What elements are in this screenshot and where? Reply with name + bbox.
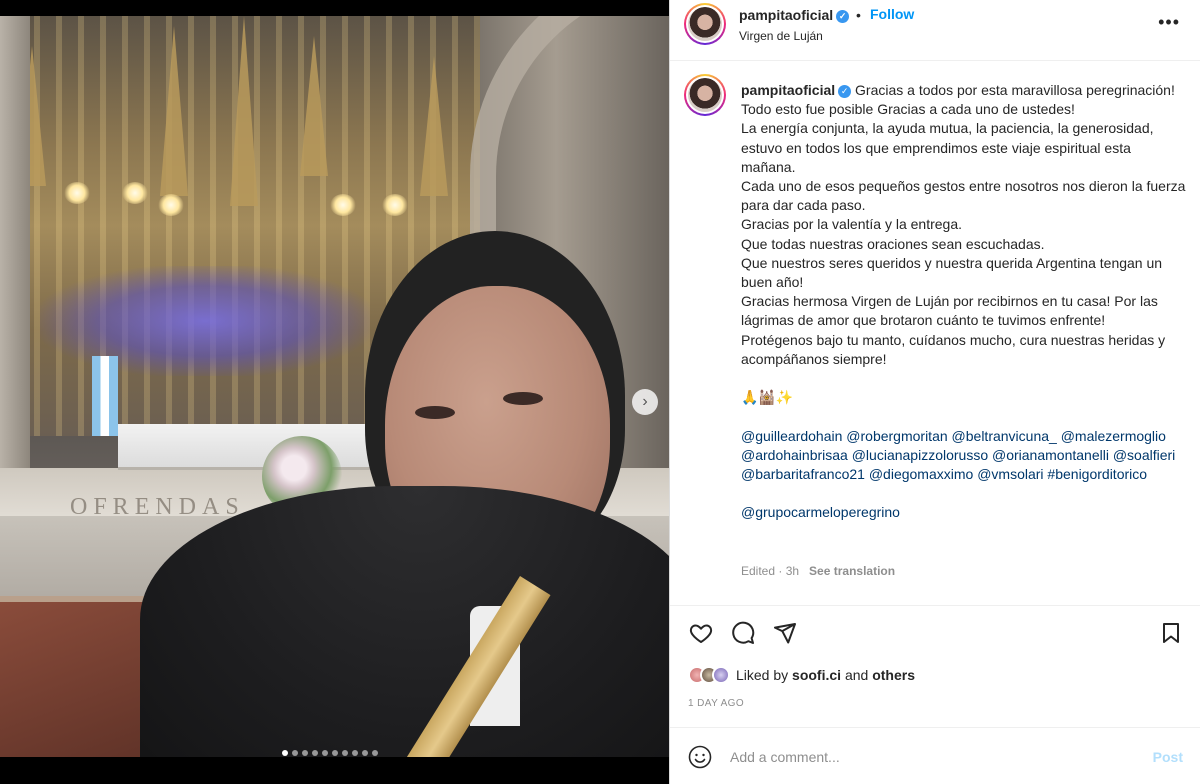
caption-emojis: 🙏🕍✨ xyxy=(741,389,794,406)
verified-badge-icon: ✓ xyxy=(836,10,850,23)
avatar[interactable] xyxy=(684,3,726,45)
verified-badge-icon: ✓ xyxy=(838,85,852,98)
carousel-dot xyxy=(322,750,328,756)
chevron-right-icon: › xyxy=(642,393,648,410)
comment-icon[interactable] xyxy=(730,620,756,646)
photo-overlay-text: OFRENDAS xyxy=(70,494,245,520)
group-mention[interactable]: @grupocarmeloperegrino xyxy=(741,504,900,520)
altar-table xyxy=(118,424,393,470)
argentina-flag xyxy=(92,356,118,436)
carousel-dot xyxy=(292,750,298,756)
caption-avatar[interactable] xyxy=(684,74,726,116)
caption-line: Gracias por la valentía y la entrega. xyxy=(741,216,963,233)
caption-section: pampitaoficial ✓ Gracias a todos por esta… xyxy=(670,62,1200,606)
caption-line: Gracias a todos por esta maravillosa per… xyxy=(855,82,1175,98)
post-panel: pampitaoficial ✓ • Follow Virgen de Luján… xyxy=(669,0,1200,784)
heart-icon[interactable] xyxy=(688,620,714,646)
post-header: pampitaoficial ✓ • Follow Virgen de Luján… xyxy=(670,0,1200,61)
post-actions xyxy=(670,606,1200,658)
caption-meta: Edited · 3h See translation xyxy=(741,564,895,578)
more-options-icon[interactable]: ••• xyxy=(1158,12,1180,33)
carousel-dot xyxy=(362,750,368,756)
carousel-dot xyxy=(282,750,288,756)
caption-username[interactable]: pampitaoficial xyxy=(741,82,835,98)
location-link[interactable]: Virgen de Luján xyxy=(739,29,823,43)
likes-row: Liked by soofi.ci and others xyxy=(688,664,915,686)
carousel-dot xyxy=(352,750,358,756)
post-comment-button[interactable]: Post xyxy=(1153,749,1183,765)
caption-line: La energía conjunta, la ayuda mutua, la … xyxy=(741,120,1154,175)
carousel-dots xyxy=(282,750,378,756)
liker-avatar[interactable] xyxy=(712,666,730,684)
liker-username[interactable]: soofi.ci xyxy=(792,667,841,683)
carousel-dot xyxy=(302,750,308,756)
see-translation-link[interactable]: See translation xyxy=(809,564,895,578)
share-icon[interactable] xyxy=(772,620,798,646)
follow-button[interactable]: Follow xyxy=(870,6,914,22)
carousel-dot xyxy=(332,750,338,756)
caption-line: Protégenos bajo tu manto, cuídanos mucho… xyxy=(741,331,1166,367)
bookmark-icon[interactable] xyxy=(1158,620,1184,646)
caption-line: Gracias hermosa Virgen de Luján por reci… xyxy=(741,293,1158,329)
others-link[interactable]: others xyxy=(872,667,915,683)
caption-line: Que nuestros seres queridos y nuestra qu… xyxy=(741,254,1163,291)
separator-dot: • xyxy=(856,7,861,23)
caption-line: Cada uno de esos pequeños gestos entre n… xyxy=(741,178,1186,214)
carousel-next-button[interactable]: › xyxy=(632,389,658,415)
carousel-dot xyxy=(312,750,318,756)
header-username[interactable]: pampitaoficial xyxy=(739,7,833,23)
edited-time: Edited · 3h xyxy=(741,564,800,578)
caption-text: pampitaoficial ✓ Gracias a todos por esta… xyxy=(741,81,1186,523)
comment-input[interactable] xyxy=(730,746,1130,768)
carousel-dot xyxy=(372,750,378,756)
person-jacket xyxy=(140,486,669,757)
liked-by-label: Liked by xyxy=(736,667,789,683)
caption-line: Que todas nuestras oraciones sean escuch… xyxy=(741,235,1045,252)
comment-bar: Post xyxy=(670,727,1200,784)
post-timestamp[interactable]: 1 DAY AGO xyxy=(688,698,744,709)
caption-mentions[interactable]: @guilleardohain @robergmoritan @beltranv… xyxy=(741,428,1175,482)
carousel-dot xyxy=(342,750,348,756)
caption-line: Todo esto fue posible Gracias a cada uno… xyxy=(741,101,1075,118)
post-photo[interactable]: OFRENDAS › xyxy=(0,16,669,757)
emoji-icon[interactable] xyxy=(688,745,712,769)
and-label: and xyxy=(844,667,869,683)
